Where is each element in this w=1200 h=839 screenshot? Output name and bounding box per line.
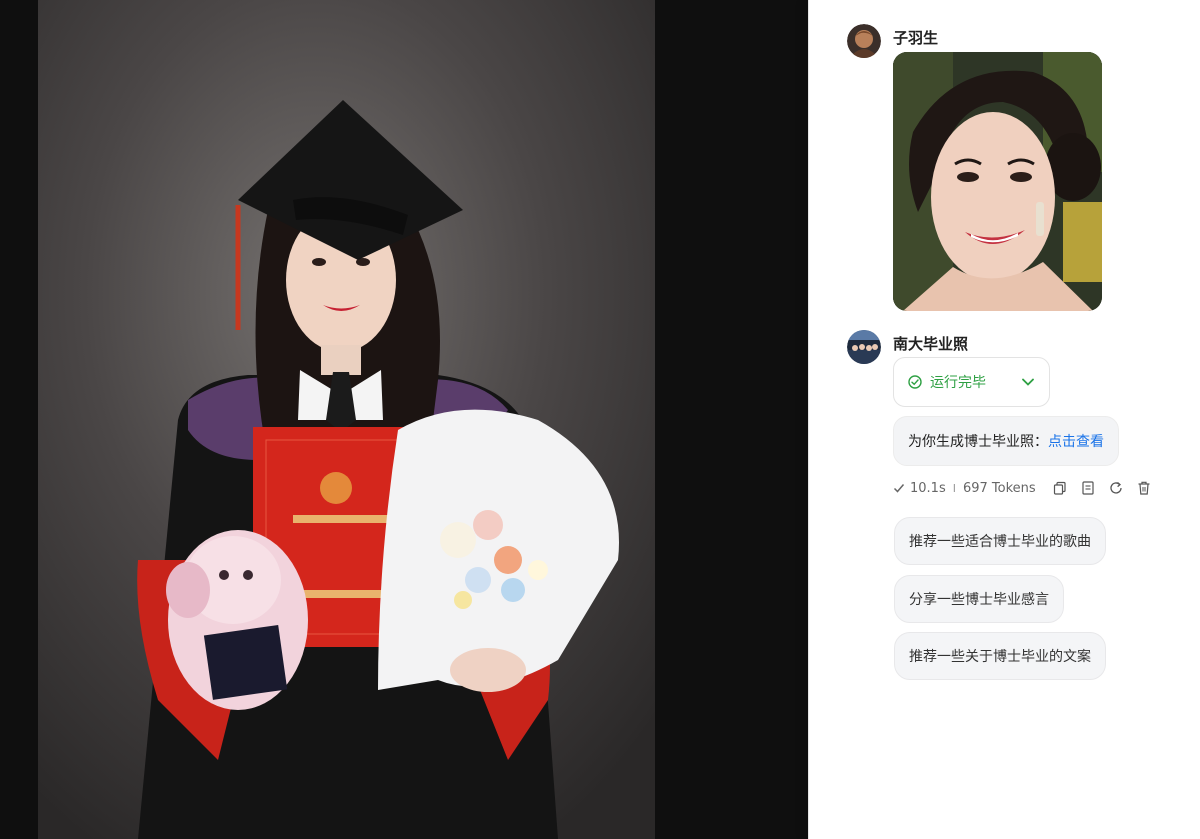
refresh-icon[interactable]: [1108, 480, 1124, 496]
uploaded-portrait-image[interactable]: [893, 52, 1102, 311]
checkmark-icon: [893, 482, 905, 494]
user-name: 子羽生: [893, 29, 939, 47]
token-count: 697 Tokens: [962, 480, 1036, 496]
chat-panel: 子羽生 南大毕业照 运行完毕 为你生成博士毕业照： 点击查看 10.1s I 6…: [808, 0, 1200, 839]
chevron-down-icon[interactable]: [1021, 374, 1035, 393]
meta-separator: I: [952, 481, 956, 495]
message-meta-row: 10.1s I 697 Tokens: [893, 479, 1152, 497]
user-avatar[interactable]: [847, 24, 881, 58]
note-icon[interactable]: [1080, 480, 1096, 496]
run-status-label: 运行完毕: [930, 375, 986, 391]
bot-name: 南大毕业照: [893, 335, 969, 353]
bot-avatar[interactable]: [847, 330, 881, 364]
copy-icon[interactable]: [1052, 480, 1068, 496]
reply-text: 为你生成博士毕业照：: [908, 434, 1048, 450]
suggestion-chip[interactable]: 推荐一些适合博士毕业的歌曲: [894, 517, 1106, 565]
response-duration: 10.1s: [910, 480, 946, 496]
graduation-photo[interactable]: [38, 0, 655, 839]
image-viewer: [0, 0, 808, 839]
run-status-dropdown[interactable]: 运行完毕: [893, 357, 1050, 407]
suggestion-chip[interactable]: 分享一些博士毕业感言: [894, 575, 1064, 623]
bot-reply-bubble: 为你生成博士毕业照： 点击查看: [893, 416, 1119, 466]
delete-icon[interactable]: [1136, 480, 1152, 496]
suggestion-chip[interactable]: 推荐一些关于博士毕业的文案: [894, 632, 1106, 680]
view-result-link[interactable]: 点击查看: [1048, 431, 1104, 451]
check-circle-icon: [908, 375, 922, 389]
